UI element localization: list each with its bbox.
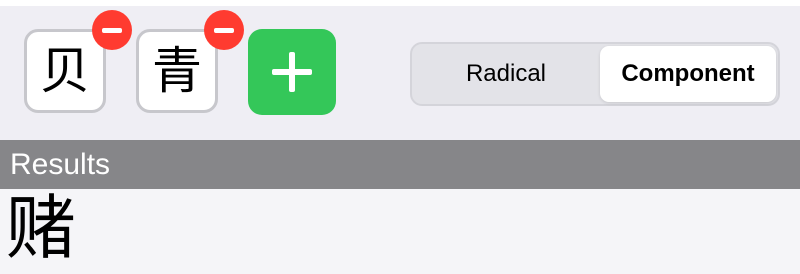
component-char: 贝 (40, 42, 90, 100)
results-section-header: Results (0, 140, 800, 189)
segment-component[interactable]: Component (600, 46, 776, 102)
segment-radical[interactable]: Radical (414, 46, 598, 102)
component-char: 青 (152, 42, 202, 100)
component-chip[interactable]: 贝 (24, 29, 106, 113)
results-header-label: Results (10, 147, 111, 181)
mode-segmented-control[interactable]: Radical Component (410, 42, 780, 106)
component-chip[interactable]: 青 (136, 29, 218, 113)
results-list (0, 189, 800, 274)
result-character[interactable]: 赌 (6, 193, 76, 263)
minus-circle-icon[interactable] (92, 10, 132, 50)
add-component-button[interactable] (248, 29, 336, 115)
plus-icon (272, 52, 312, 92)
top-strip (0, 0, 800, 6)
minus-circle-icon[interactable] (204, 10, 244, 50)
